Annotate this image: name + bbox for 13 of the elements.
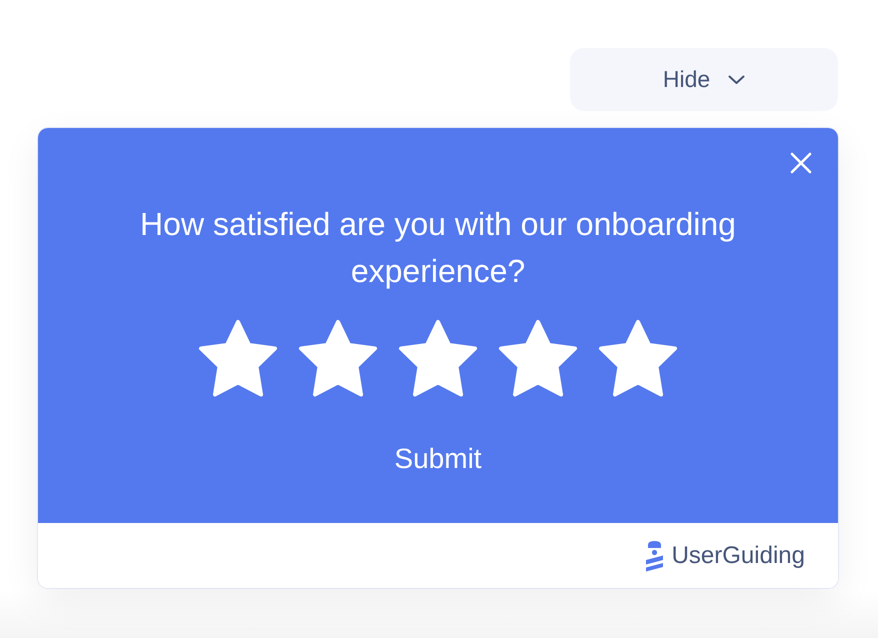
brand-name: UserGuiding	[672, 542, 805, 570]
star-icon[interactable]	[196, 319, 280, 399]
close-button[interactable]	[790, 152, 812, 174]
star-icon[interactable]	[296, 319, 380, 399]
star-icon[interactable]	[496, 319, 580, 399]
hide-button[interactable]: Hide	[570, 48, 838, 111]
close-icon	[790, 152, 812, 174]
star-icon[interactable]	[596, 319, 680, 399]
submit-button[interactable]: Submit	[394, 442, 482, 476]
survey-question: How satisfied are you with our onboarding experience?	[139, 205, 737, 291]
star-icon[interactable]	[396, 319, 480, 399]
logo-icon	[646, 540, 663, 572]
chevron-down-icon	[728, 74, 746, 84]
